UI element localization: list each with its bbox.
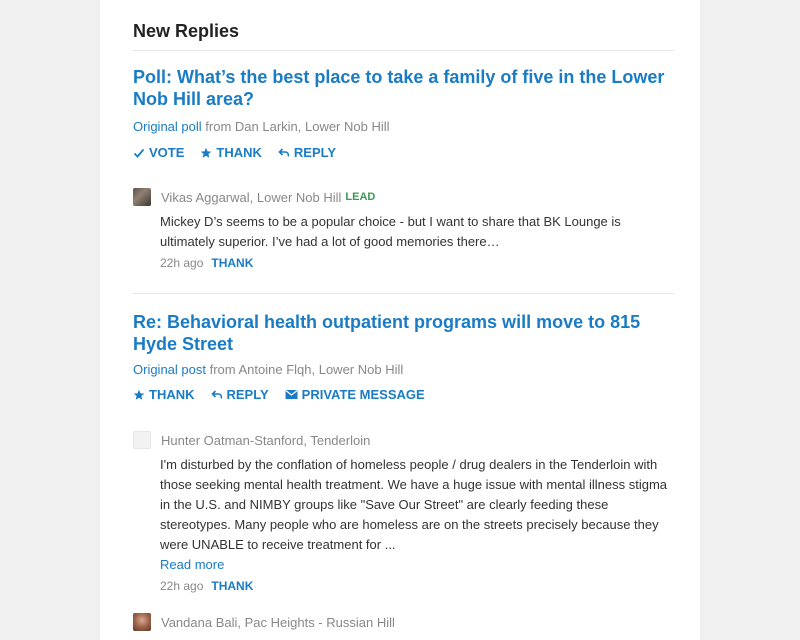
reply-arrow-icon: [210, 389, 222, 399]
thank-button[interactable]: THANK: [200, 145, 262, 160]
lead-badge: LEAD: [345, 191, 376, 203]
check-icon: [133, 148, 145, 158]
post-origin: Original poll from Dan Larkin, Lower Nob…: [133, 119, 390, 134]
reply-thank-link[interactable]: THANK: [211, 256, 253, 270]
post-title[interactable]: Poll: What’s the best place to take a fa…: [133, 66, 678, 110]
private-message-label: PRIVATE MESSAGE: [301, 387, 425, 402]
origin-author: from Antoine Flqh, Lower Nob Hill: [209, 362, 404, 377]
private-message-button[interactable]: PRIVATE MESSAGE: [285, 387, 425, 402]
original-post-link[interactable]: Original post: [133, 362, 206, 377]
divider: [133, 50, 674, 51]
vote-button[interactable]: VOTE: [133, 145, 184, 160]
reply-arrow-icon: [278, 147, 290, 157]
avatar[interactable]: [133, 188, 151, 206]
post-actions: THANK REPLY PRIVATE MESSAGE: [133, 387, 425, 402]
thank-button[interactable]: THANK: [133, 387, 195, 402]
section-title: New Replies: [133, 21, 240, 41]
reply-author[interactable]: Vikas Aggarwal, Lower Nob Hill: [161, 190, 341, 205]
read-more-link[interactable]: Read more: [160, 557, 224, 572]
post-origin: Original post from Antoine Flqh, Lower N…: [133, 362, 403, 377]
reply-timestamp: 22h ago: [160, 579, 204, 593]
reply-button[interactable]: REPLY: [210, 387, 269, 402]
divider: [133, 293, 674, 294]
reply-item: Vandana Bali, Pac Heights - Russian Hill: [133, 613, 678, 631]
thank-label: THANK: [149, 387, 195, 402]
reply-header: Vandana Bali, Pac Heights - Russian Hill: [133, 613, 678, 631]
post-title[interactable]: Re: Behavioral health outpatient program…: [133, 311, 678, 355]
star-icon: [133, 389, 145, 400]
reply-author[interactable]: Vandana Bali, Pac Heights - Russian Hill: [161, 615, 395, 630]
reply-thank-link[interactable]: THANK: [211, 579, 253, 593]
reply-text: Mickey D’s seems to be a popular choice …: [160, 214, 621, 249]
original-poll-link[interactable]: Original poll: [133, 119, 202, 134]
reply-timestamp: 22h ago: [160, 256, 204, 270]
reply-body-text: I'm disturbed by the conflation of homel…: [160, 457, 668, 552]
envelope-icon: [285, 390, 298, 399]
avatar[interactable]: [133, 431, 151, 449]
origin-author: from Dan Larkin, Lower Nob Hill: [205, 119, 390, 134]
reply-item: Vikas Aggarwal, Lower Nob Hill LEAD Mick…: [133, 188, 678, 270]
star-icon: [201, 147, 212, 158]
reply-header: Hunter Oatman-Stanford, Tenderloin: [133, 431, 678, 449]
reply-item: Hunter Oatman-Stanford, Tenderloin I'm d…: [133, 431, 678, 593]
reply-label: REPLY: [226, 387, 269, 402]
reply-text: I'm disturbed by the conflation of homel…: [160, 455, 678, 575]
reply-label: REPLY: [293, 145, 337, 160]
avatar[interactable]: [133, 613, 151, 631]
vote-label: VOTE: [149, 145, 185, 160]
new-replies-card: New Replies Poll: What’s the best place …: [100, 0, 700, 640]
reply-button[interactable]: REPLY: [278, 145, 336, 160]
post-actions: VOTE THANK REPLY: [133, 145, 336, 160]
reply-footer: 22h ago THANK: [160, 256, 678, 270]
reply-footer: 22h ago THANK: [160, 579, 678, 593]
reply-author[interactable]: Hunter Oatman-Stanford, Tenderloin: [161, 433, 370, 448]
reply-header: Vikas Aggarwal, Lower Nob Hill LEAD: [133, 188, 678, 206]
thank-label: THANK: [216, 145, 262, 160]
